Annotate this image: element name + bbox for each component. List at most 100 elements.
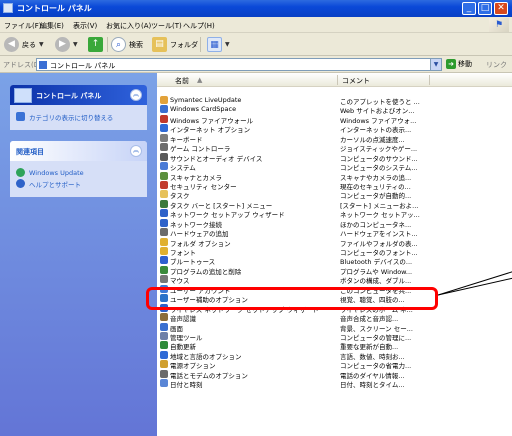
item-icon (160, 228, 168, 237)
item-rows: Symantec LiveUpdate このアプレットを使うと ... Window… (157, 95, 512, 390)
control-panel-header[interactable]: コントロール パネル ︽ (10, 85, 147, 105)
item-icon (160, 143, 168, 152)
list-item[interactable]: Symantec LiveUpdate このアプレットを使うと ... (157, 95, 512, 106)
chevron-down-icon[interactable]: ▼ (430, 59, 441, 70)
forward-arrow-icon: ▶ (55, 37, 70, 52)
control-panel-icon (3, 3, 13, 13)
windows-update-link[interactable]: Windows Update (16, 167, 141, 178)
list-item[interactable]: ネットワーク セットアップ ウィザード ネットワーク セットアッ... (157, 208, 512, 219)
chevron-down-icon: ▼ (39, 41, 44, 48)
item-icon (160, 124, 168, 133)
list-item[interactable]: サウンドとオーディオ デバイス コンピュータのサウンド... (157, 152, 512, 163)
list-item[interactable]: 地域と言語のオプション 言語、数値、時刻お... (157, 350, 512, 361)
menu-favorites[interactable]: お気に入り(A) (106, 21, 151, 31)
maximize-button[interactable]: □ (478, 2, 492, 15)
go-button[interactable]: ➜ 移動 (446, 59, 472, 69)
list-item[interactable]: ハードウェアの追加 ハードウェアをインスト... (157, 227, 512, 238)
highlight-box (146, 287, 438, 310)
list-item[interactable]: Windows ファイアウォール Windows ファイアウォ... (157, 114, 512, 125)
comment-column-header[interactable]: コメント (342, 76, 370, 86)
close-button[interactable]: ✕ (494, 2, 508, 15)
sort-ascending-icon: ▲ (197, 76, 203, 84)
toolbar: ◀ 戻る ▼ ▶ ▼ ↑ ⌕ 検索 ▤ フォルダ ▦ ▼ (0, 33, 512, 56)
switch-to-category-view-link[interactable]: カテゴリの表示に切り替える (16, 111, 141, 122)
name-column-header[interactable]: 名前 (175, 76, 189, 86)
list-item[interactable]: キーボード カーソルの点滅速度... (157, 133, 512, 144)
item-icon (160, 341, 168, 350)
list-item[interactable]: タスク バーと [スタート] メニュー [スタート] メニューおよ... (157, 199, 512, 210)
list-item[interactable]: 音声認識 音声合成と音声認... (157, 312, 512, 323)
menu-view[interactable]: 表示(V) (73, 21, 97, 31)
item-icon (160, 369, 168, 378)
item-icon (160, 218, 168, 227)
item-icon (160, 379, 168, 388)
list-item[interactable]: フォルダ オプション ファイルやフォルダの表... (157, 237, 512, 248)
list-item[interactable]: スキャナとカメラ スキャナやカメラの追... (157, 171, 512, 182)
collapse-chevron-icon[interactable]: ︽ (130, 145, 142, 157)
folders-icon: ▤ (152, 37, 167, 52)
related-topics-header[interactable]: 関連項目 ︽ (10, 141, 147, 161)
item-icon (160, 152, 168, 161)
forward-button[interactable]: ▶ ▼ (55, 36, 78, 53)
views-button[interactable]: ▦ ▼ (207, 36, 230, 53)
item-icon (160, 180, 168, 189)
chevron-down-icon: ▼ (225, 41, 230, 48)
up-folder-button[interactable]: ↑ (88, 36, 103, 53)
control-panel-icon (14, 88, 32, 103)
list-item[interactable]: Windows CardSpace Web サイトおよびオン... (157, 104, 512, 115)
minimize-button[interactable]: _ (462, 2, 476, 15)
list-item[interactable]: 電源オプション コンピュータの省電力... (157, 359, 512, 370)
go-arrow-icon: ➜ (446, 59, 456, 69)
list-item[interactable]: システム コンピュータのシステム... (157, 161, 512, 172)
item-icon (160, 265, 168, 274)
item-icon (160, 275, 168, 284)
menu-edit[interactable]: 編集(E) (40, 21, 64, 31)
links-label[interactable]: リンク (486, 60, 507, 70)
category-view-icon (16, 112, 25, 121)
item-icon (160, 247, 168, 255)
item-icon (160, 114, 168, 123)
address-value: コントロール パネル (50, 62, 116, 70)
toolbar-separator (200, 37, 201, 52)
control-panel-box: コントロール パネル ︽ カテゴリの表示に切り替える (10, 85, 147, 130)
item-icon (160, 322, 168, 331)
item-name: 日付と時刻 (170, 381, 203, 390)
search-icon: ⌕ (111, 37, 126, 52)
address-input[interactable]: コントロール パネル ▼ (36, 58, 442, 71)
list-item[interactable]: 画面 背景、スクリーン セー... (157, 322, 512, 333)
list-item[interactable]: フォント コンピュータのフォント... (157, 246, 512, 257)
item-list: 名前 ▲ コメント Symantec LiveUpdate このアプレットを使うと… (157, 73, 512, 436)
item-icon (160, 237, 168, 246)
list-item[interactable]: 自動更新 重要な更新が自動... (157, 340, 512, 351)
collapse-chevron-icon[interactable]: ︽ (130, 89, 142, 101)
item-icon (160, 133, 168, 142)
task-pane: コントロール パネル ︽ カテゴリの表示に切り替える 関連項目 ︽ Window… (0, 73, 157, 436)
list-item[interactable]: タスク コンピュータが自動的... (157, 189, 512, 200)
column-headers: 名前 ▲ コメント (157, 73, 512, 87)
list-item[interactable]: インターネット オプション インターネットの表示... (157, 123, 512, 134)
column-divider[interactable] (429, 75, 430, 85)
related-topics-box: 関連項目 ︽ Windows Update ヘルプとサポート (10, 141, 147, 197)
item-icon (160, 105, 168, 114)
item-name: Symantec LiveUpdate (170, 96, 242, 104)
item-icon (160, 256, 168, 265)
control-panel-icon (39, 61, 47, 69)
menu-file[interactable]: ファイル(F) (4, 21, 42, 31)
list-item[interactable]: 管理ツール コンピュータの管理に... (157, 331, 512, 342)
column-divider[interactable] (337, 75, 338, 85)
folders-button[interactable]: ▤ フォルダ (152, 36, 198, 53)
list-item[interactable]: ゲーム コントローラ ジョイスティックやゲー... (157, 142, 512, 153)
item-icon (160, 313, 168, 322)
help-and-support-link[interactable]: ヘルプとサポート (16, 178, 141, 189)
list-item[interactable]: セキュリティ センター 現在のセキュリティの... (157, 180, 512, 191)
item-icon (160, 360, 168, 369)
search-button[interactable]: ⌕ 検索 (111, 36, 143, 53)
list-item[interactable]: 電話とモデムのオプション 電話のダイヤル情報... (157, 369, 512, 380)
menu-help[interactable]: ヘルプ(H) (183, 21, 215, 31)
list-item[interactable]: 日付と時刻 日付、時刻とタイム... (157, 378, 512, 390)
list-item[interactable]: ブルートゥース Bluetooth デバイスの... (157, 255, 512, 266)
menu-tools[interactable]: ツール(T) (151, 21, 182, 31)
list-item[interactable]: ネットワーク接続 ほかのコンピュータネ... (157, 218, 512, 229)
views-icon: ▦ (207, 37, 222, 52)
back-button[interactable]: ◀ 戻る ▼ (4, 36, 44, 53)
